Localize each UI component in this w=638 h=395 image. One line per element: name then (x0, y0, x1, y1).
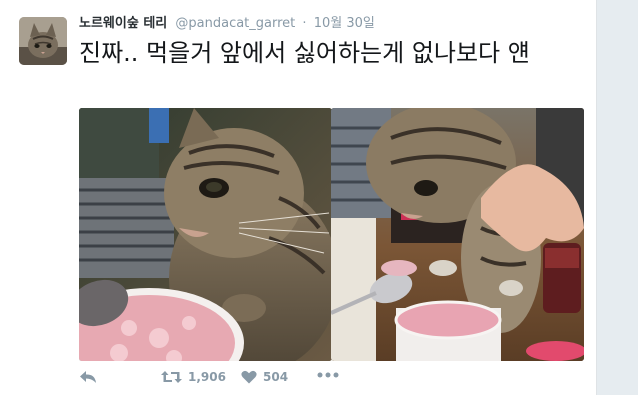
tweet-text: 진짜.. 먹을거 앞에서 싫어하는게 없나보다 얜 (79, 39, 530, 67)
like-count: 504 (263, 370, 289, 384)
tweet-photo-left[interactable] (79, 108, 332, 361)
avatar[interactable] (19, 17, 67, 65)
display-name[interactable]: 노르웨이숲 테리 (79, 16, 167, 31)
reply-icon (80, 371, 96, 383)
header-separator: · (302, 16, 307, 31)
like-button[interactable]: 504 (241, 370, 288, 384)
user-handle[interactable]: @pandacat_garret (175, 16, 295, 31)
avatar-image (19, 17, 67, 65)
heart-icon (241, 370, 257, 384)
tweet-header: 노르웨이숲 테리 @pandacat_garret · 10월 30일 (79, 15, 375, 35)
retweet-button[interactable]: 1,906 (161, 370, 226, 384)
more-icon (317, 372, 339, 378)
retweet-icon (161, 371, 182, 383)
retweet-count: 1,906 (188, 370, 226, 384)
more-button[interactable] (317, 372, 339, 378)
tweet-photo-right[interactable] (331, 108, 584, 361)
photo-left-image (79, 108, 332, 361)
timestamp[interactable]: 10월 30일 (314, 16, 375, 31)
tweet-card[interactable]: 노르웨이숲 테리 @pandacat_garret · 10월 30일 진짜..… (0, 0, 597, 395)
photo-right-image (331, 108, 584, 361)
reply-button[interactable] (79, 370, 97, 384)
